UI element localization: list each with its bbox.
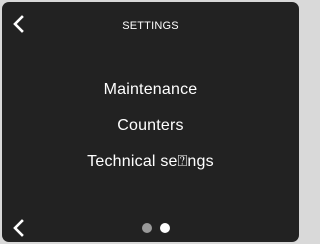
page-dot-1[interactable]	[142, 223, 152, 233]
page-title: SETTINGS	[122, 20, 179, 32]
settings-menu: Maintenance Counters Technical se⍰ngs	[2, 78, 299, 186]
menu-item-technical-settings[interactable]: Technical se⍰ngs	[2, 150, 299, 186]
back-button-bottom[interactable]	[10, 218, 28, 240]
settings-screen: SETTINGS Maintenance Counters Technical …	[2, 2, 299, 242]
chevron-left-icon	[13, 219, 24, 237]
menu-item-counters[interactable]: Counters	[2, 114, 299, 150]
page-dot-2[interactable]	[160, 223, 170, 233]
page-indicator	[140, 221, 174, 235]
menu-item-maintenance[interactable]: Maintenance	[2, 78, 299, 114]
